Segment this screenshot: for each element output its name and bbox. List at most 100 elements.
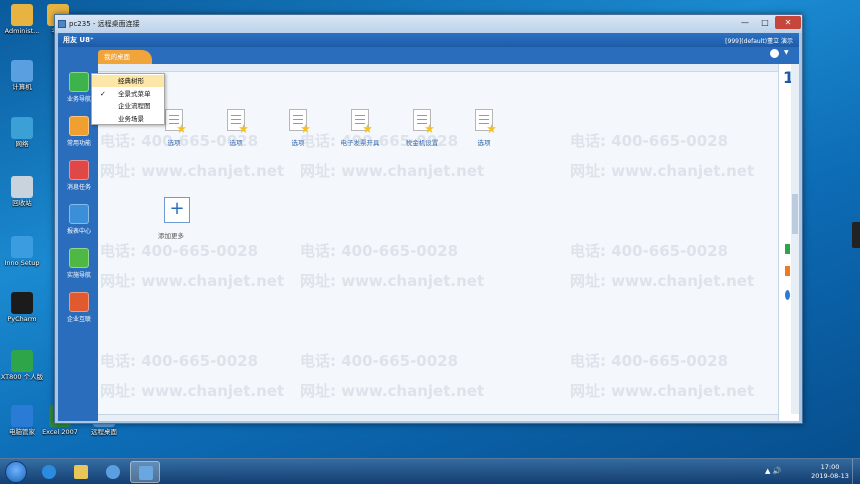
window-titlebar[interactable]: pc235 - 远程桌面连接 — □ ✕	[55, 15, 802, 33]
desktop-icon-image	[11, 405, 33, 427]
nav-item-icon	[69, 204, 89, 224]
desktop-icon-label: 网络	[15, 140, 29, 148]
watermark-text: 电话: 400-665-0028	[100, 352, 259, 370]
document-star-icon	[413, 109, 431, 131]
clock-time: 17:00	[820, 463, 840, 471]
watermark-text: 网址: www.chanjet.net	[300, 162, 485, 180]
view-mode-menu: 经典树形 ✓ 全景式菜单企业流程图业务场景	[91, 73, 165, 125]
watermark-text: 网址: www.chanjet.net	[100, 382, 285, 400]
add-more-label: 添加更多	[158, 232, 184, 240]
tab-my-desktop[interactable]: 我的桌面	[98, 50, 152, 64]
nav-item-label: 常用功能	[66, 140, 91, 147]
desktop-icon-image	[11, 176, 33, 198]
desktop-icon[interactable]: XT800 个人版	[0, 350, 46, 381]
menu-item[interactable]: 企业流程图	[92, 100, 164, 112]
desktop-tile[interactable]: 选项	[462, 109, 506, 147]
nav-item-label: 企业互联	[66, 316, 91, 323]
horizontal-scrollbar[interactable]	[98, 414, 778, 421]
desktop-icon[interactable]: PyCharm	[0, 292, 46, 323]
nav-item[interactable]: 消息任务	[61, 160, 97, 191]
watermark-text: 网址: www.chanjet.net	[300, 382, 485, 400]
folder-icon	[74, 465, 88, 479]
nav-item[interactable]: 实施导航	[61, 248, 97, 279]
watermark-text: 电话: 400-665-0028	[300, 132, 459, 150]
check-icon: ✓	[100, 89, 106, 98]
taskbar-ie[interactable]	[34, 461, 64, 483]
taskbar-explorer[interactable]	[66, 461, 96, 483]
nav-item-icon	[69, 160, 89, 180]
clock[interactable]: 17:00 2019-08-13	[810, 463, 850, 481]
maximize-button[interactable]: □	[755, 16, 775, 29]
green-marker	[785, 244, 790, 254]
u8-logo: 用友 U8⁺	[63, 36, 94, 44]
minimize-button[interactable]: —	[735, 16, 755, 29]
taskbar: ▲ 🔊 17:00 2019-08-13	[0, 458, 860, 484]
desktop-icon-image	[11, 4, 33, 26]
nav-item-icon	[69, 292, 89, 312]
desktop-icon-label: 计算机	[12, 83, 32, 91]
watermark-text: 电话: 400-665-0028	[300, 242, 459, 260]
watermark-text: 网址: www.chanjet.net	[570, 162, 755, 180]
tile-label: 选项	[477, 139, 491, 147]
start-button[interactable]	[5, 461, 27, 483]
desktop-icon-label: 远程桌面	[91, 428, 117, 436]
desktop-icon[interactable]: 网络	[0, 117, 46, 148]
nav-item-label: 实施导航	[66, 272, 91, 279]
watermark-text: 网址: www.chanjet.net	[570, 272, 755, 290]
system-tray[interactable]: ▲ 🔊	[765, 467, 781, 475]
app-icon	[106, 465, 120, 479]
watermark-text: 电话: 400-665-0028	[570, 242, 729, 260]
desktop-icon-label: XT800 个人版	[0, 373, 44, 381]
menu-item[interactable]: 经典树形	[92, 75, 164, 87]
nav-item-icon	[69, 72, 89, 92]
app-header: 用友 U8⁺ [999](default)董立 演示	[58, 33, 799, 47]
menu-item-label: 业务场景	[118, 114, 144, 123]
taskbar-rdp[interactable]	[130, 461, 160, 483]
desktop-icon[interactable]: 回收站	[0, 176, 46, 207]
watermark-text: 电话: 400-665-0028	[570, 132, 729, 150]
add-more-button[interactable]: +	[164, 197, 190, 223]
desktop-icon-image	[11, 350, 33, 372]
close-button[interactable]: ✕	[775, 16, 801, 29]
desktop-icon-image	[11, 292, 33, 314]
desktop-icon-image	[11, 236, 33, 258]
document-star-icon	[351, 109, 369, 131]
desktop-icon[interactable]: 计算机	[0, 60, 46, 91]
nav-item[interactable]: 企业互联	[61, 292, 97, 323]
clock-date: 2019-08-13	[811, 472, 849, 480]
taskbar-app[interactable]	[98, 461, 128, 483]
vertical-scrollbar[interactable]	[791, 64, 799, 414]
show-desktop-button[interactable]	[852, 459, 860, 484]
edge-tray-icon[interactable]	[852, 222, 860, 248]
watermark-text: 网址: www.chanjet.net	[570, 382, 755, 400]
user-avatar-icon[interactable]	[770, 49, 779, 58]
menu-item[interactable]: 业务场景	[92, 113, 164, 125]
menu-item[interactable]: ✓ 全景式菜单	[92, 88, 164, 100]
nav-item-icon	[69, 116, 89, 136]
desktop-icon-label: Inno Setup	[4, 259, 40, 267]
menu-item-label: 企业流程图	[118, 102, 151, 110]
nav-item-label: 报表中心	[66, 228, 91, 235]
rdp-app-icon	[58, 20, 66, 28]
content-toolbar-strip	[98, 64, 778, 72]
nav-item-label: 消息任务	[66, 184, 91, 191]
blue-marker	[785, 290, 790, 300]
nav-item-icon	[69, 248, 89, 268]
watermark-text: 电话: 400-665-0028	[100, 242, 259, 260]
desktop-icon-image	[11, 117, 33, 139]
window-title: pc235 - 远程桌面连接	[69, 20, 140, 28]
nav-item[interactable]: 报表中心	[61, 204, 97, 235]
desktop-icon[interactable]: Inno Setup	[0, 236, 46, 267]
watermark-text: 电话: 400-665-0028	[570, 352, 729, 370]
chevron-down-icon[interactable]: ▼	[784, 49, 789, 56]
watermark-text: 电话: 400-665-0028	[300, 352, 459, 370]
watermark-text: 网址: www.chanjet.net	[300, 272, 485, 290]
ie-icon	[42, 465, 56, 479]
document-star-icon	[289, 109, 307, 131]
menu-item-label: 全景式菜单	[118, 89, 151, 98]
tab-bar	[58, 47, 799, 64]
desktop-icon-image	[11, 60, 33, 82]
document-star-icon	[165, 109, 183, 131]
vertical-scroll-thumb[interactable]	[792, 194, 798, 234]
document-star-icon	[475, 109, 493, 131]
